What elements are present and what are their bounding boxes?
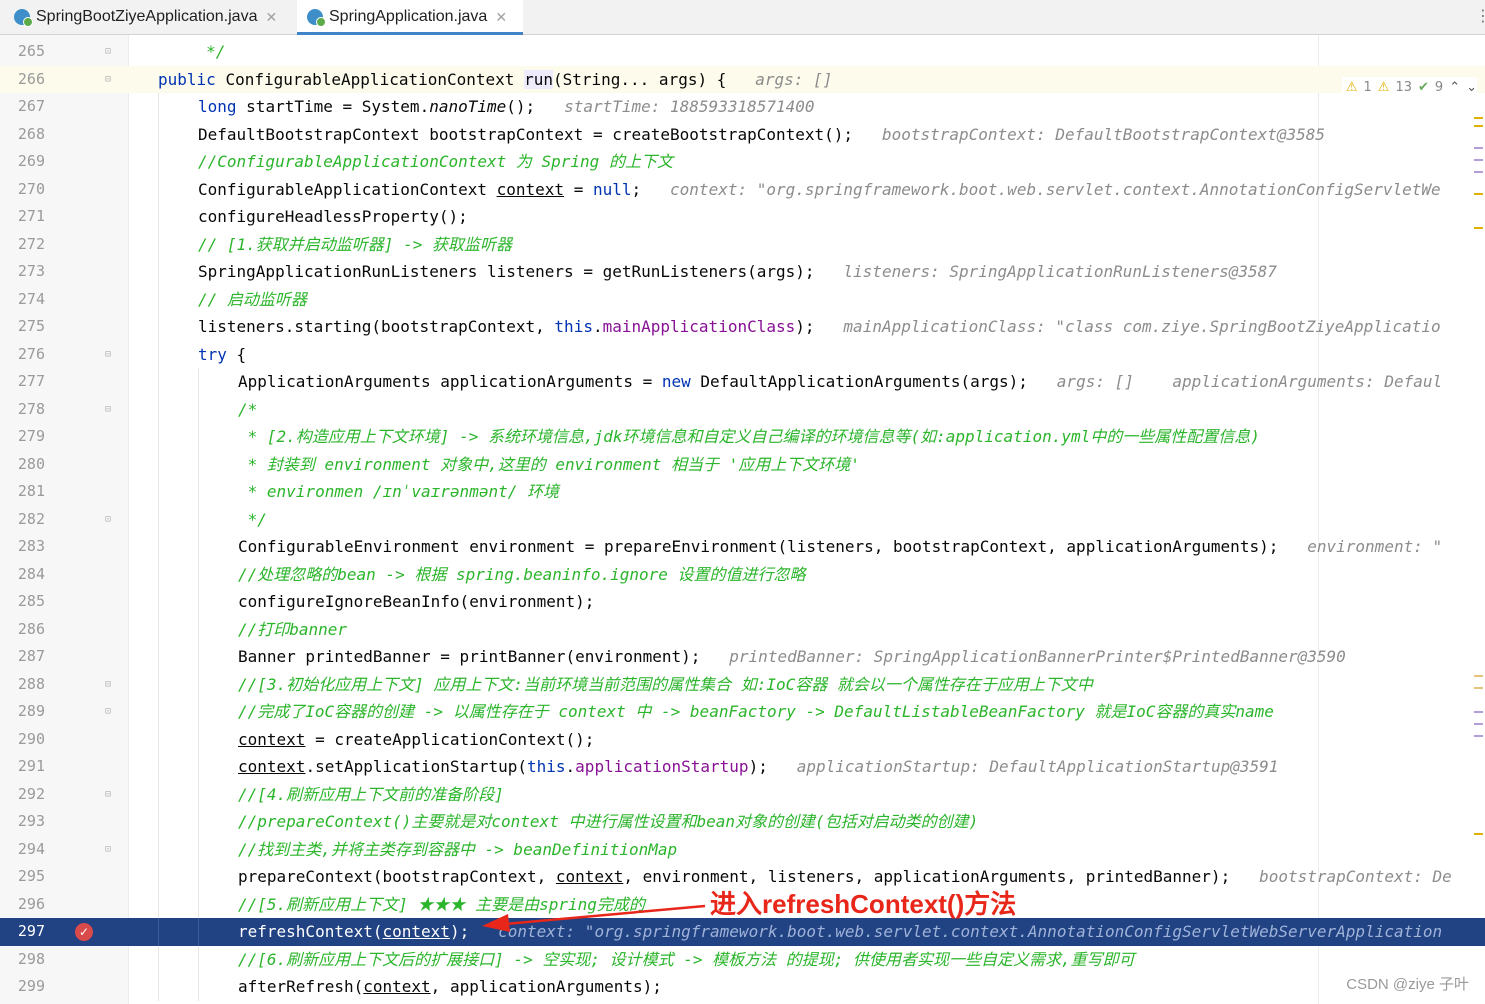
annotation-arrow bbox=[482, 904, 706, 932]
annotation-label: 进入refreshContext()方法 bbox=[710, 889, 1017, 919]
watermark: CSDN @ziye 子叶 bbox=[1346, 976, 1469, 993]
